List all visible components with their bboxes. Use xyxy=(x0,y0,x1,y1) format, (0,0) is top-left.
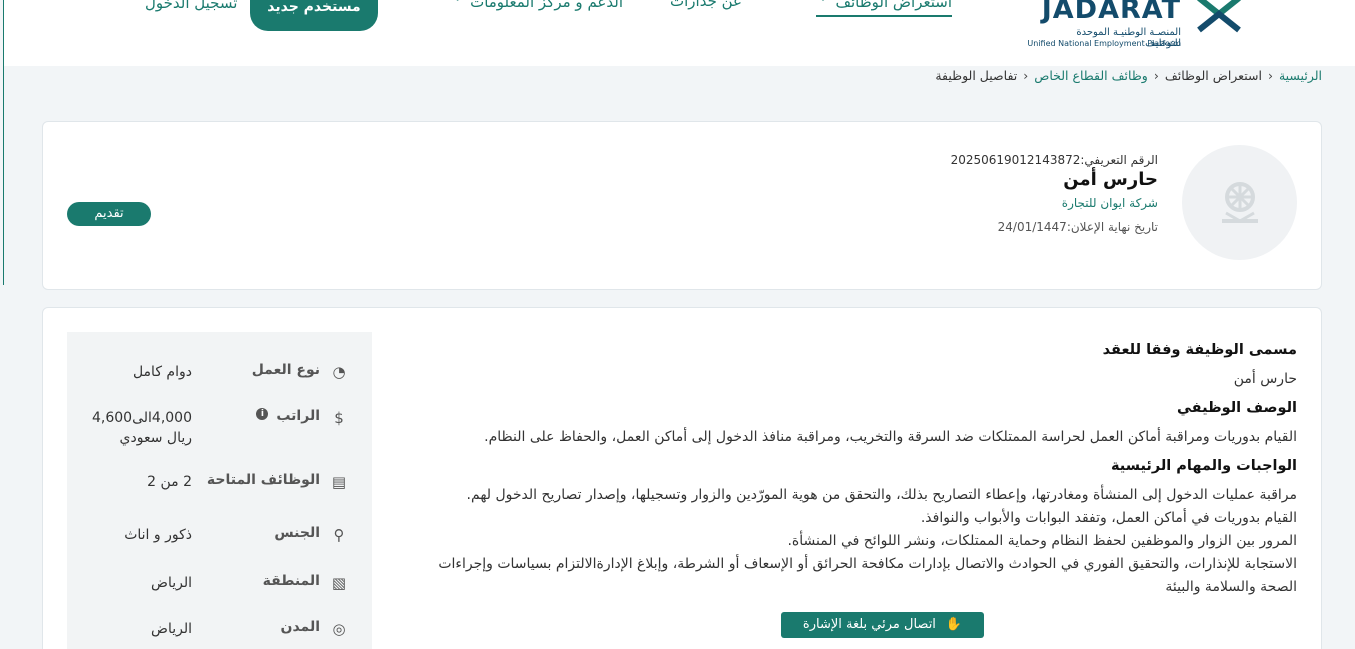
nav-support-label: الدعم و مركز المعلومات xyxy=(470,0,623,11)
job-info: الرقم التعريفي:20250619012143872 حارس أم… xyxy=(951,153,1158,234)
attr-cities: ◎ المدن الرياض xyxy=(67,616,372,649)
attr-value: 4,000الى4,600 ريال سعودي xyxy=(91,410,192,446)
nav-about-label: عن جدارات xyxy=(670,0,742,10)
attr-value: الرياض xyxy=(151,621,192,637)
job-summary-card: الرقم التعريفي:20250619012143872 حارس أم… xyxy=(42,121,1322,290)
job-deadline: تاريخ نهاية الإعلان:24/01/1447 xyxy=(951,220,1158,234)
attr-label: الجنس xyxy=(274,525,320,541)
login-link[interactable]: تسجيل الدخول xyxy=(145,0,237,12)
map-icon: ▧ xyxy=(331,574,347,592)
description-value: القيام بدوريات ومراقبة أماكن العمل لحراس… xyxy=(484,429,1297,445)
chevron-down-icon: ﹀ xyxy=(451,0,465,11)
job-title: حارس أمن xyxy=(1063,169,1158,190)
apply-button[interactable]: تقديم xyxy=(67,202,151,226)
attr-label: الوظائف المتاحة xyxy=(206,472,320,488)
attr-label: المدن xyxy=(280,619,320,635)
duty-item: القيام بدوريات في أماكن العمل، وتفقد الب… xyxy=(920,510,1297,526)
logo-wordmark: JADARAT xyxy=(1041,0,1181,25)
contract-title-value: حارس أمن xyxy=(1233,371,1297,387)
attr-work-type: ◔ نوع العمل دوام كامل xyxy=(67,359,372,399)
nav-browse-jobs[interactable]: استعراض الوظائف ﹀ xyxy=(816,0,952,17)
job-details-card: ◔ نوع العمل دوام كامل $ الراتب i 4,000الى… xyxy=(42,307,1322,649)
attr-label: المنطقة xyxy=(262,573,320,589)
duties-heading: الواجبات والمهام الرئيسية xyxy=(1110,458,1297,474)
attr-vacancies: ▤ الوظائف المتاحة 2 من 2 xyxy=(67,469,372,509)
logo-subtitle-en: Unified National Employment Platform xyxy=(1027,39,1181,48)
new-user-button[interactable]: مستخدم جديد xyxy=(250,0,378,31)
salary-icon: $ xyxy=(334,409,344,427)
site-header: JADARAT المنصـة الوطنيـة الموحدة للتوظيف… xyxy=(3,0,1355,66)
pie-chart-icon: ◔ xyxy=(332,363,346,381)
nav-about[interactable]: عن جدارات xyxy=(670,0,742,10)
company-link[interactable]: شركة ايوان للتجارة xyxy=(951,196,1158,210)
gender-icon: ⚲ xyxy=(333,526,345,544)
job-reference: الرقم التعريفي:20250619012143872 xyxy=(951,153,1158,167)
sign-language-call-button[interactable]: ✋ اتصال مرئي بلغة الإشارة xyxy=(781,612,984,638)
attr-region: ▧ المنطقة الرياض xyxy=(67,570,372,610)
location-pin-icon: ◎ xyxy=(332,620,346,638)
breadcrumb-home[interactable]: الرئيسية xyxy=(1279,68,1322,83)
job-attributes-panel: ◔ نوع العمل دوام كامل $ الراتب i 4,000الى… xyxy=(67,332,372,649)
attr-value: 2 من 2 xyxy=(147,474,192,490)
id-card-icon: ▤ xyxy=(331,473,347,491)
breadcrumb-current: تفاصيل الوظيفة xyxy=(935,68,1018,83)
company-avatar xyxy=(1182,145,1297,260)
sign-language-hand-icon: ✋ xyxy=(945,617,963,632)
job-description: مسمى الوظيفة وفقا للعقد حارس أمن الوصف ا… xyxy=(417,342,1297,599)
info-icon[interactable]: i xyxy=(256,408,269,420)
attr-value: الرياض xyxy=(151,575,192,591)
deadline-value: 24/01/1447 xyxy=(997,220,1067,234)
breadcrumb-browse[interactable]: استعراض الوظائف xyxy=(1165,68,1262,83)
attr-value: دوام كامل xyxy=(132,364,192,380)
logo-mark-icon xyxy=(1197,0,1241,33)
duty-item: الاستجابة للإنذارات، والتحقيق الفوري في … xyxy=(438,556,1297,595)
breadcrumb-separator: ‹ xyxy=(1267,68,1273,83)
attr-label-wrap: الراتب i xyxy=(256,408,320,424)
nav-support[interactable]: الدعم و مركز المعلومات ﹀ xyxy=(451,0,623,11)
contract-title-heading: مسمى الوظيفة وفقا للعقد xyxy=(1102,342,1297,358)
attr-salary: $ الراتب i 4,000الى4,600 ريال سعودي xyxy=(67,405,372,446)
divider xyxy=(3,0,4,285)
chevron-down-icon: ﹀ xyxy=(816,0,830,11)
nav-browse-jobs-label: استعراض الوظائف xyxy=(835,0,952,11)
company-placeholder-icon xyxy=(1221,181,1258,223)
breadcrumb: الرئيسية ‹ استعراض الوظائف ‹ وظائف القطاع ال… xyxy=(935,68,1322,83)
breadcrumb-separator: ‹ xyxy=(1153,68,1159,83)
description-heading: الوصف الوظيفي xyxy=(1176,400,1297,416)
ref-label: الرقم التعريفي: xyxy=(1080,153,1158,167)
attr-value: ذكور و اناث xyxy=(124,527,192,543)
duty-item: المرور بين الزوار والموظفين لحفظ النظام … xyxy=(787,533,1297,549)
duties-list: مراقبة عمليات الدخول إلى المنشأة ومغادرت… xyxy=(417,484,1297,599)
jadarat-logo[interactable]: JADARAT المنصـة الوطنيـة الموحدة للتوظيف… xyxy=(1027,0,1251,55)
deadline-label: تاريخ نهاية الإعلان: xyxy=(1066,220,1158,234)
breadcrumb-private-jobs[interactable]: وظائف القطاع الخاص xyxy=(1034,68,1148,83)
attr-gender: ⚲ الجنس ذكور و اناث xyxy=(67,522,372,562)
breadcrumb-separator: ‹ xyxy=(1023,68,1029,83)
ref-value: 20250619012143872 xyxy=(950,153,1081,167)
sign-language-label: اتصال مرئي بلغة الإشارة xyxy=(802,617,936,632)
attr-label: الراتب xyxy=(276,408,320,424)
attr-label: نوع العمل xyxy=(251,362,320,378)
duty-item: مراقبة عمليات الدخول إلى المنشأة ومغادرت… xyxy=(466,487,1297,503)
